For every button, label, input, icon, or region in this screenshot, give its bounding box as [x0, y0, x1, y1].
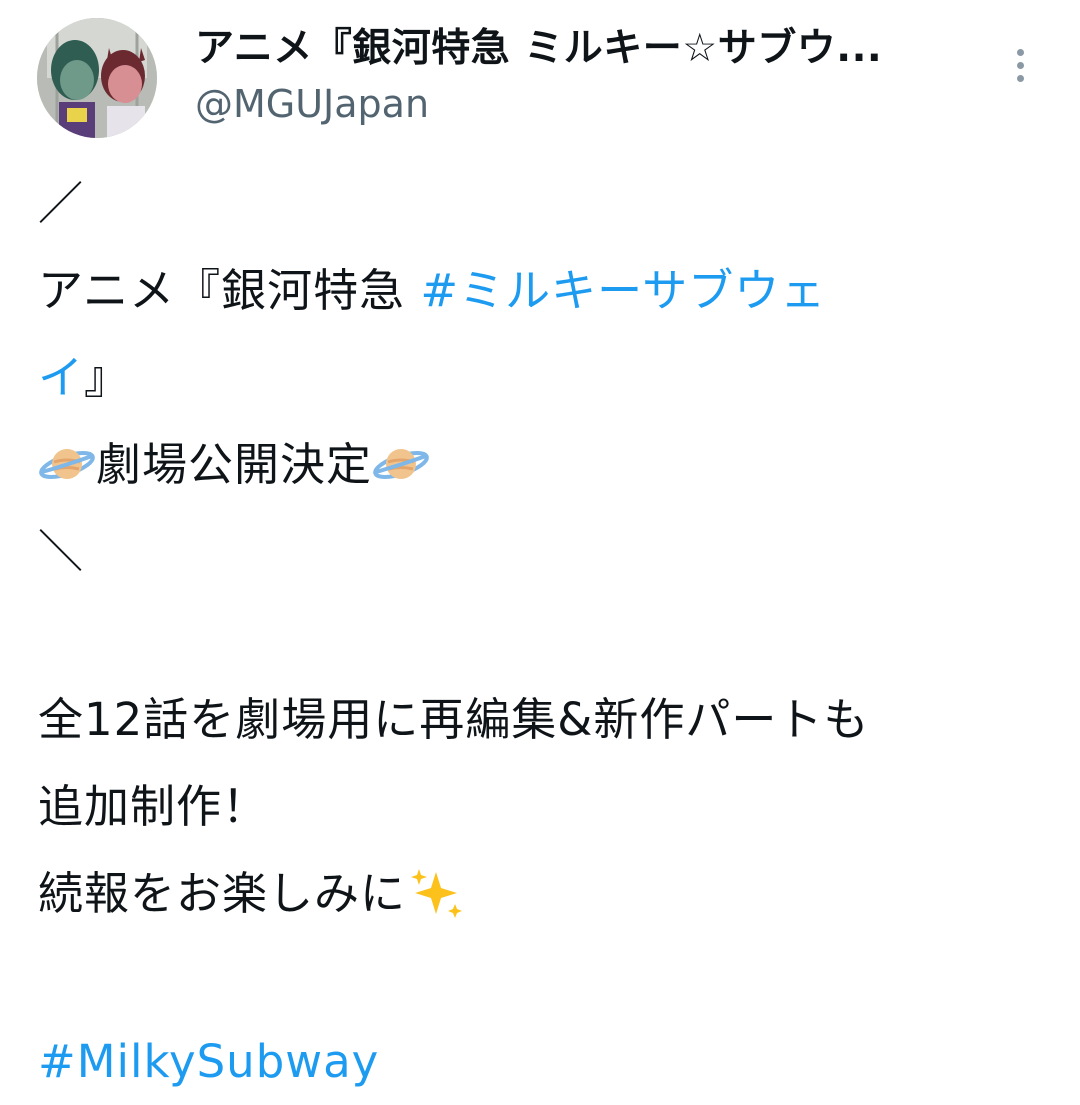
ellipsis-dot	[1016, 74, 1024, 82]
body-text: 追加制作！	[38, 780, 269, 833]
sparkles-icon	[406, 866, 464, 920]
tweet-line: #MilkySubway	[38, 1018, 1038, 1105]
slash-decoration: ／	[38, 177, 85, 230]
announcement-text: 劇場公開決定	[96, 438, 373, 491]
ringed-planet-icon	[38, 441, 96, 487]
avatar-image	[37, 18, 157, 138]
tweet-line: 続報をお楽しみに	[38, 850, 1038, 937]
tweet-header: アニメ『銀河特急 ミルキー☆サブウ... @MGUJapan	[0, 0, 1080, 150]
title-text: アニメ『銀河特急	[38, 264, 421, 317]
tweet-line: 全12話を劇場用に再編集&新作パートも	[38, 676, 1038, 763]
hashtag-link-milkysubway[interactable]: #MilkySubway	[38, 1035, 379, 1088]
user-handle[interactable]: @MGUJapan	[195, 80, 429, 128]
tweet-line: イ』	[38, 334, 1038, 421]
vertical-ellipsis-icon	[1016, 48, 1024, 56]
tweet-line: 劇場公開決定	[38, 421, 1038, 508]
profile-avatar[interactable]	[37, 18, 157, 138]
tweet-text: ／ アニメ『銀河特急 #ミルキーサブウェ イ』 劇場公開決定 ＼ 全12話を劇場…	[38, 160, 1038, 1105]
body-text: 全12話を劇場用に再編集&新作パートも	[38, 693, 870, 746]
backslash-decoration: ＼	[38, 525, 85, 578]
display-name[interactable]: アニメ『銀河特急 ミルキー☆サブウ...	[195, 24, 985, 74]
ellipsis-dot	[1016, 61, 1024, 69]
hashtag-link-milky-subway-jp-cont[interactable]: イ	[38, 351, 84, 404]
tweet-line: ＼	[38, 508, 1038, 595]
closing-bracket: 』	[84, 351, 131, 404]
tweet-line: 追加制作！	[38, 763, 1038, 850]
ringed-planet-icon	[372, 441, 430, 487]
tweet-line: アニメ『銀河特急 #ミルキーサブウェ	[38, 247, 1038, 334]
tweet-line: ／	[38, 160, 1038, 247]
body-text: 続報をお楽しみに	[38, 867, 407, 920]
hashtag-link-milky-subway-jp[interactable]: #ミルキーサブウェ	[420, 264, 826, 317]
more-options-button[interactable]	[1000, 40, 1040, 90]
